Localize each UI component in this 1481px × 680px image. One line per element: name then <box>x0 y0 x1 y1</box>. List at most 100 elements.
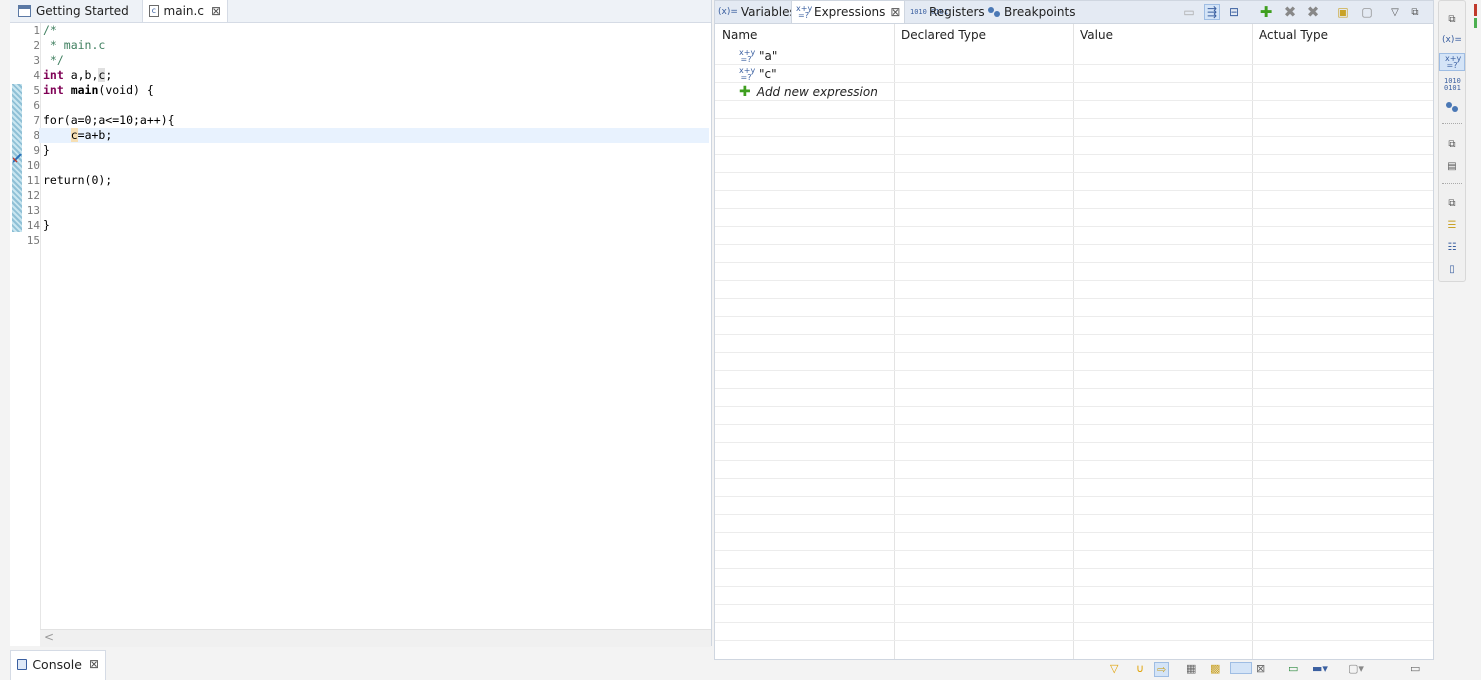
table-row-line <box>715 496 1433 497</box>
table-row-line <box>715 154 1433 155</box>
code-line: int main(void) { <box>43 83 154 98</box>
code-line: /* <box>43 23 57 37</box>
expression-row[interactable]: x+y =? "a" <box>739 47 777 65</box>
table-row-line <box>715 550 1433 551</box>
expression-row[interactable]: x+y =? "c" <box>739 65 777 83</box>
tab-console[interactable]: Console ⊠ <box>10 650 106 680</box>
add-new-expression-label: Add new expression <box>756 85 878 99</box>
collapse-all-icon[interactable]: ⊟ <box>1226 4 1242 20</box>
table-row-line <box>715 604 1433 605</box>
expression-icon: x+y =? <box>739 48 756 64</box>
dropdown-arrow-icon[interactable]: ▽ <box>1110 662 1118 675</box>
expression-name: "a" <box>759 49 778 63</box>
show-logical-structure-icon[interactable]: ⇶ <box>1204 4 1220 20</box>
table-row-line <box>715 640 1433 641</box>
debug-view-tab-bar: (x)= Variables x+y =? Expressions ⊠ 1010 … <box>715 1 1433 24</box>
close-icon[interactable]: ⊠ <box>890 5 900 19</box>
open-console-icon[interactable]: ▭ <box>1288 662 1298 675</box>
table-row-line <box>715 244 1433 245</box>
table-row-line <box>715 586 1433 587</box>
tab-label: Registers <box>929 5 985 19</box>
table-row-line <box>715 280 1433 281</box>
task-list-icon[interactable]: ☰ <box>1439 216 1465 234</box>
minimize-icon[interactable]: ▭ <box>1410 662 1420 675</box>
new-console-icon[interactable]: ▢▾ <box>1348 662 1364 675</box>
line-number: 4 <box>33 69 40 82</box>
display-selected-console-icon[interactable]: ▬▾ <box>1312 662 1328 675</box>
toolbar-separator <box>1442 183 1462 186</box>
outline-view-icon[interactable]: ▤ <box>1439 157 1465 175</box>
pin-view-icon[interactable]: ▢ <box>1359 4 1375 20</box>
add-expression-icon[interactable]: ✚ <box>1258 3 1274 21</box>
console-toolbar: ▽ ∪ ⇨ ▦ ▩ ⊠ ▭ ▬▾ ▢▾ ▭ <box>1100 660 1430 680</box>
line-number: 5 <box>33 84 40 97</box>
column-header-value[interactable]: Value <box>1080 28 1113 42</box>
breakpoints-view-icon[interactable] <box>1439 98 1465 116</box>
restore-icon[interactable]: ⧉ <box>1439 194 1465 212</box>
view-menu-icon[interactable]: ▽ <box>1387 4 1403 20</box>
table-row-line <box>715 388 1433 389</box>
expressions-icon: x+y =? <box>796 4 813 20</box>
scroll-lock-icon[interactable]: ⇨ <box>1154 662 1170 677</box>
occurrence-highlight: c <box>70 128 78 142</box>
keyword: int <box>43 83 64 97</box>
code-area[interactable]: /* * main.c */ int a,b,c; int main(void)… <box>39 23 711 629</box>
table-row-line <box>715 172 1433 173</box>
table-row-line <box>715 424 1433 425</box>
show-on-output-icon[interactable]: ▩ <box>1210 662 1220 675</box>
table-row-line <box>715 406 1433 407</box>
clear-console-icon[interactable]: ⊠ <box>1256 662 1265 675</box>
line-number: 9 <box>33 144 40 157</box>
column-header-declared-type[interactable]: Declared Type <box>901 28 986 42</box>
line-number: 15 <box>26 234 40 247</box>
remove-expression-icon[interactable]: ✖ <box>1282 3 1298 21</box>
tab-expressions[interactable]: x+y =? Expressions ⊠ <box>791 1 906 23</box>
add-new-expression-row[interactable]: ✚ Add new expression <box>739 83 878 101</box>
breakpoints-icon <box>988 7 1000 17</box>
expressions-table: Name Declared Type Value Actual Type x+y… <box>715 24 1433 659</box>
tab-variables[interactable]: (x)= Variables <box>718 1 796 23</box>
table-row-line <box>715 64 1433 65</box>
variables-view-icon[interactable]: (x)= <box>1439 31 1465 49</box>
line-number: 7 <box>33 114 40 127</box>
code-line: return(0); <box>43 173 113 187</box>
remove-all-expressions-icon[interactable]: ✖ <box>1305 3 1321 21</box>
line-number: 13 <box>26 204 40 217</box>
tab-getting-started[interactable]: Getting Started <box>12 0 142 22</box>
pin-console-icon[interactable] <box>1230 662 1252 674</box>
show-type-names-icon[interactable]: ▭ <box>1181 4 1197 20</box>
page-icon <box>18 5 31 17</box>
line-number: 6 <box>33 99 40 112</box>
code-text: ; <box>105 68 113 82</box>
column-header-name[interactable]: Name <box>722 28 757 42</box>
memory-view-icon[interactable]: ▯ <box>1439 260 1465 278</box>
expressions-view-icon[interactable]: x+y =? <box>1439 53 1465 71</box>
column-header-actual-type[interactable]: Actual Type <box>1259 28 1328 42</box>
problems-view-icon[interactable]: ☷ <box>1439 238 1465 256</box>
new-view-icon[interactable]: ▣ <box>1335 4 1351 20</box>
scroll-left-icon[interactable]: < <box>44 630 54 644</box>
tab-registers[interactable]: 1010 0101 Registers <box>910 1 985 23</box>
line-number: 14 <box>26 219 40 232</box>
restore-icon[interactable]: ⧉ <box>1439 135 1465 153</box>
tab-breakpoints[interactable]: Breakpoints <box>987 1 1075 23</box>
expression-icon: x+y =? <box>739 66 756 82</box>
registers-view-icon[interactable]: 1010 0101 <box>1439 76 1465 94</box>
copy-icon[interactable]: ▦ <box>1186 662 1196 675</box>
table-row-line <box>715 118 1433 119</box>
variables-icon: (x)= <box>718 7 738 17</box>
editor-gutter: 1 2 3 4 5 6 7 8 9 10 11 12 13 14 15 <box>10 23 41 629</box>
code-text: =a+b; <box>77 128 113 142</box>
status-marker-green <box>1474 18 1477 28</box>
table-row-line <box>715 316 1433 317</box>
close-icon[interactable]: ⊠ <box>89 657 99 671</box>
table-row-line <box>715 226 1433 227</box>
horizontal-scrollbar[interactable]: < <box>40 629 711 647</box>
close-icon[interactable]: ⊠ <box>211 4 221 18</box>
table-row-line <box>715 136 1433 137</box>
maximize-view-icon[interactable]: ⧉ <box>1407 4 1423 20</box>
restore-icon[interactable]: ⧉ <box>1439 10 1465 28</box>
tab-main-c[interactable]: c main.c ⊠ <box>142 0 228 22</box>
lock-icon[interactable]: ∪ <box>1136 662 1144 675</box>
registers-icon: 1010 0101 <box>910 7 948 16</box>
